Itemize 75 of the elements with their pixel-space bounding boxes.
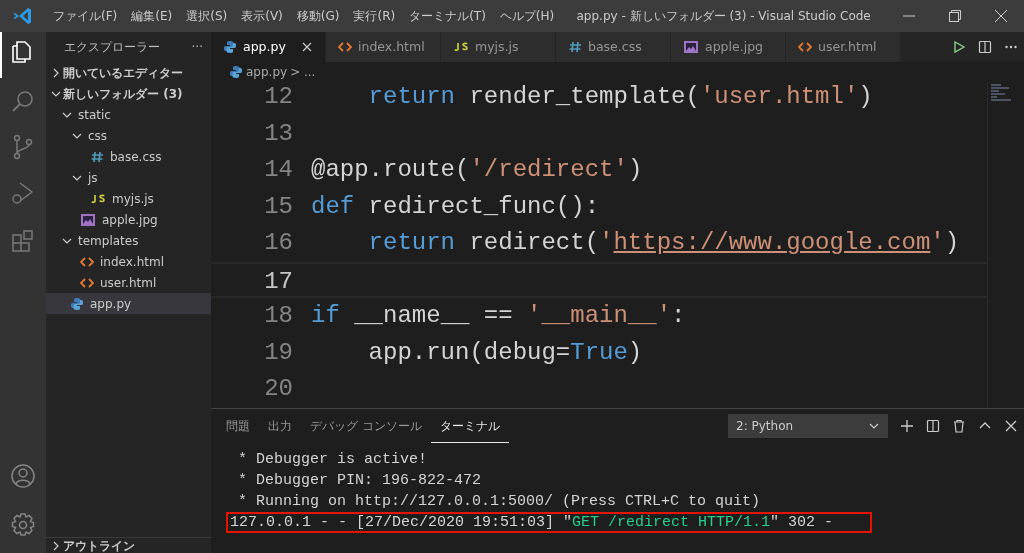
breadcrumb-item[interactable]: app.py [229, 63, 288, 81]
code-line: return render_template('user.html') [367, 82, 873, 112]
editor-tab[interactable]: apple.jpg [671, 32, 786, 62]
close-icon[interactable] [301, 41, 313, 53]
section-header[interactable]: 新しいフォルダー (3) [46, 83, 211, 104]
breadcrumb-item[interactable]: > ... [290, 63, 316, 81]
tree-item[interactable]: app.py [46, 293, 211, 314]
menu-item[interactable]: 表示(V) [234, 7, 290, 25]
editor-tab[interactable]: app.py [211, 32, 326, 62]
python-icon [229, 65, 243, 79]
split-terminal-icon[interactable] [926, 419, 940, 433]
tree-item[interactable]: js [46, 167, 211, 188]
js-icon [90, 191, 106, 206]
tree-item[interactable]: templates [46, 230, 211, 251]
tree-item[interactable]: apple.jpg [46, 209, 211, 230]
run-icon[interactable] [952, 40, 966, 54]
panel-tab[interactable]: 問題 [217, 409, 259, 443]
menu-item[interactable]: 実行(R) [346, 7, 403, 25]
line-number: 18 [263, 301, 293, 331]
python-icon [223, 40, 237, 54]
code-line: if __name__ == '__main__': [311, 301, 686, 331]
line-number: 17 [263, 266, 293, 296]
code-line: @app.route('/redirect') [311, 155, 643, 185]
terminal-line: * Debugger is active! [237, 450, 429, 470]
split-editor-icon[interactable] [978, 40, 992, 54]
tree-item[interactable]: myjs.js [46, 188, 211, 209]
code-brackets-icon [80, 254, 94, 269]
menu-item[interactable]: ファイル(F) [46, 7, 125, 25]
line-number: 13 [263, 118, 293, 149]
tree-item[interactable]: css [46, 125, 211, 146]
tree-item[interactable]: static [46, 104, 211, 125]
code-brackets-icon [798, 40, 812, 54]
editor-tab[interactable]: user.html [786, 32, 901, 62]
line-number: 19 [263, 337, 293, 368]
section-header[interactable]: 開いているエディター [46, 62, 211, 83]
terminal-line: * Debugger PIN: 196-822-472 [237, 471, 483, 491]
terminal-select[interactable]: 2: Python [728, 414, 888, 438]
python-icon [70, 296, 84, 311]
more-button[interactable]: ··· [191, 38, 203, 56]
menu-item[interactable]: 移動(G) [289, 7, 347, 25]
editor-tab[interactable]: index.html [326, 32, 441, 62]
close-icon[interactable] [1004, 419, 1018, 433]
code-line: app.run(debug=True) [367, 337, 643, 368]
line-number: 15 [263, 191, 293, 222]
menu-item[interactable]: ターミナル(T) [402, 7, 493, 25]
panel-tab[interactable]: 出力 [259, 409, 301, 443]
code-line: def redirect_func(): [311, 191, 600, 222]
terminal-line: * Running on http://127.0.0.1:5000/ (Press CTRL+C to quit) [237, 492, 762, 512]
panel-tab[interactable]: ターミナル [430, 409, 509, 443]
code-brackets-icon [80, 275, 94, 290]
menu-item[interactable]: ヘルプ(H) [492, 7, 562, 25]
hash-icon [90, 149, 104, 164]
menu-item[interactable]: 編集(E) [124, 7, 180, 25]
line-number: 12 [263, 82, 293, 112]
image-icon [80, 212, 96, 227]
section-header[interactable]: アウトライン [46, 537, 211, 553]
panel-tab[interactable]: デバッグ コンソール [301, 409, 431, 443]
editor-tab[interactable]: myjs.js [441, 32, 556, 62]
editor-tab[interactable]: base.css [556, 32, 671, 62]
image-icon [683, 40, 699, 54]
code-brackets-icon [338, 40, 352, 54]
js-icon [453, 40, 469, 54]
code-line: return redirect('https://www.google.com') [367, 228, 960, 258]
line-number: 20 [263, 374, 293, 404]
sidebar-title: エクスプローラー [64, 39, 160, 56]
line-number: 16 [263, 228, 293, 258]
trash-icon[interactable] [952, 419, 966, 433]
window-title: app.py - 新しいフォルダー (3) - Visual Studio Code [576, 9, 871, 23]
tree-item[interactable]: index.html [46, 251, 211, 272]
plus-icon[interactable] [900, 419, 914, 433]
line-number: 14 [263, 155, 293, 185]
tree-item[interactable]: user.html [46, 272, 211, 293]
menu-item[interactable]: 選択(S) [179, 7, 235, 25]
tree-item[interactable]: base.css [46, 146, 211, 167]
hash-icon [568, 40, 582, 54]
